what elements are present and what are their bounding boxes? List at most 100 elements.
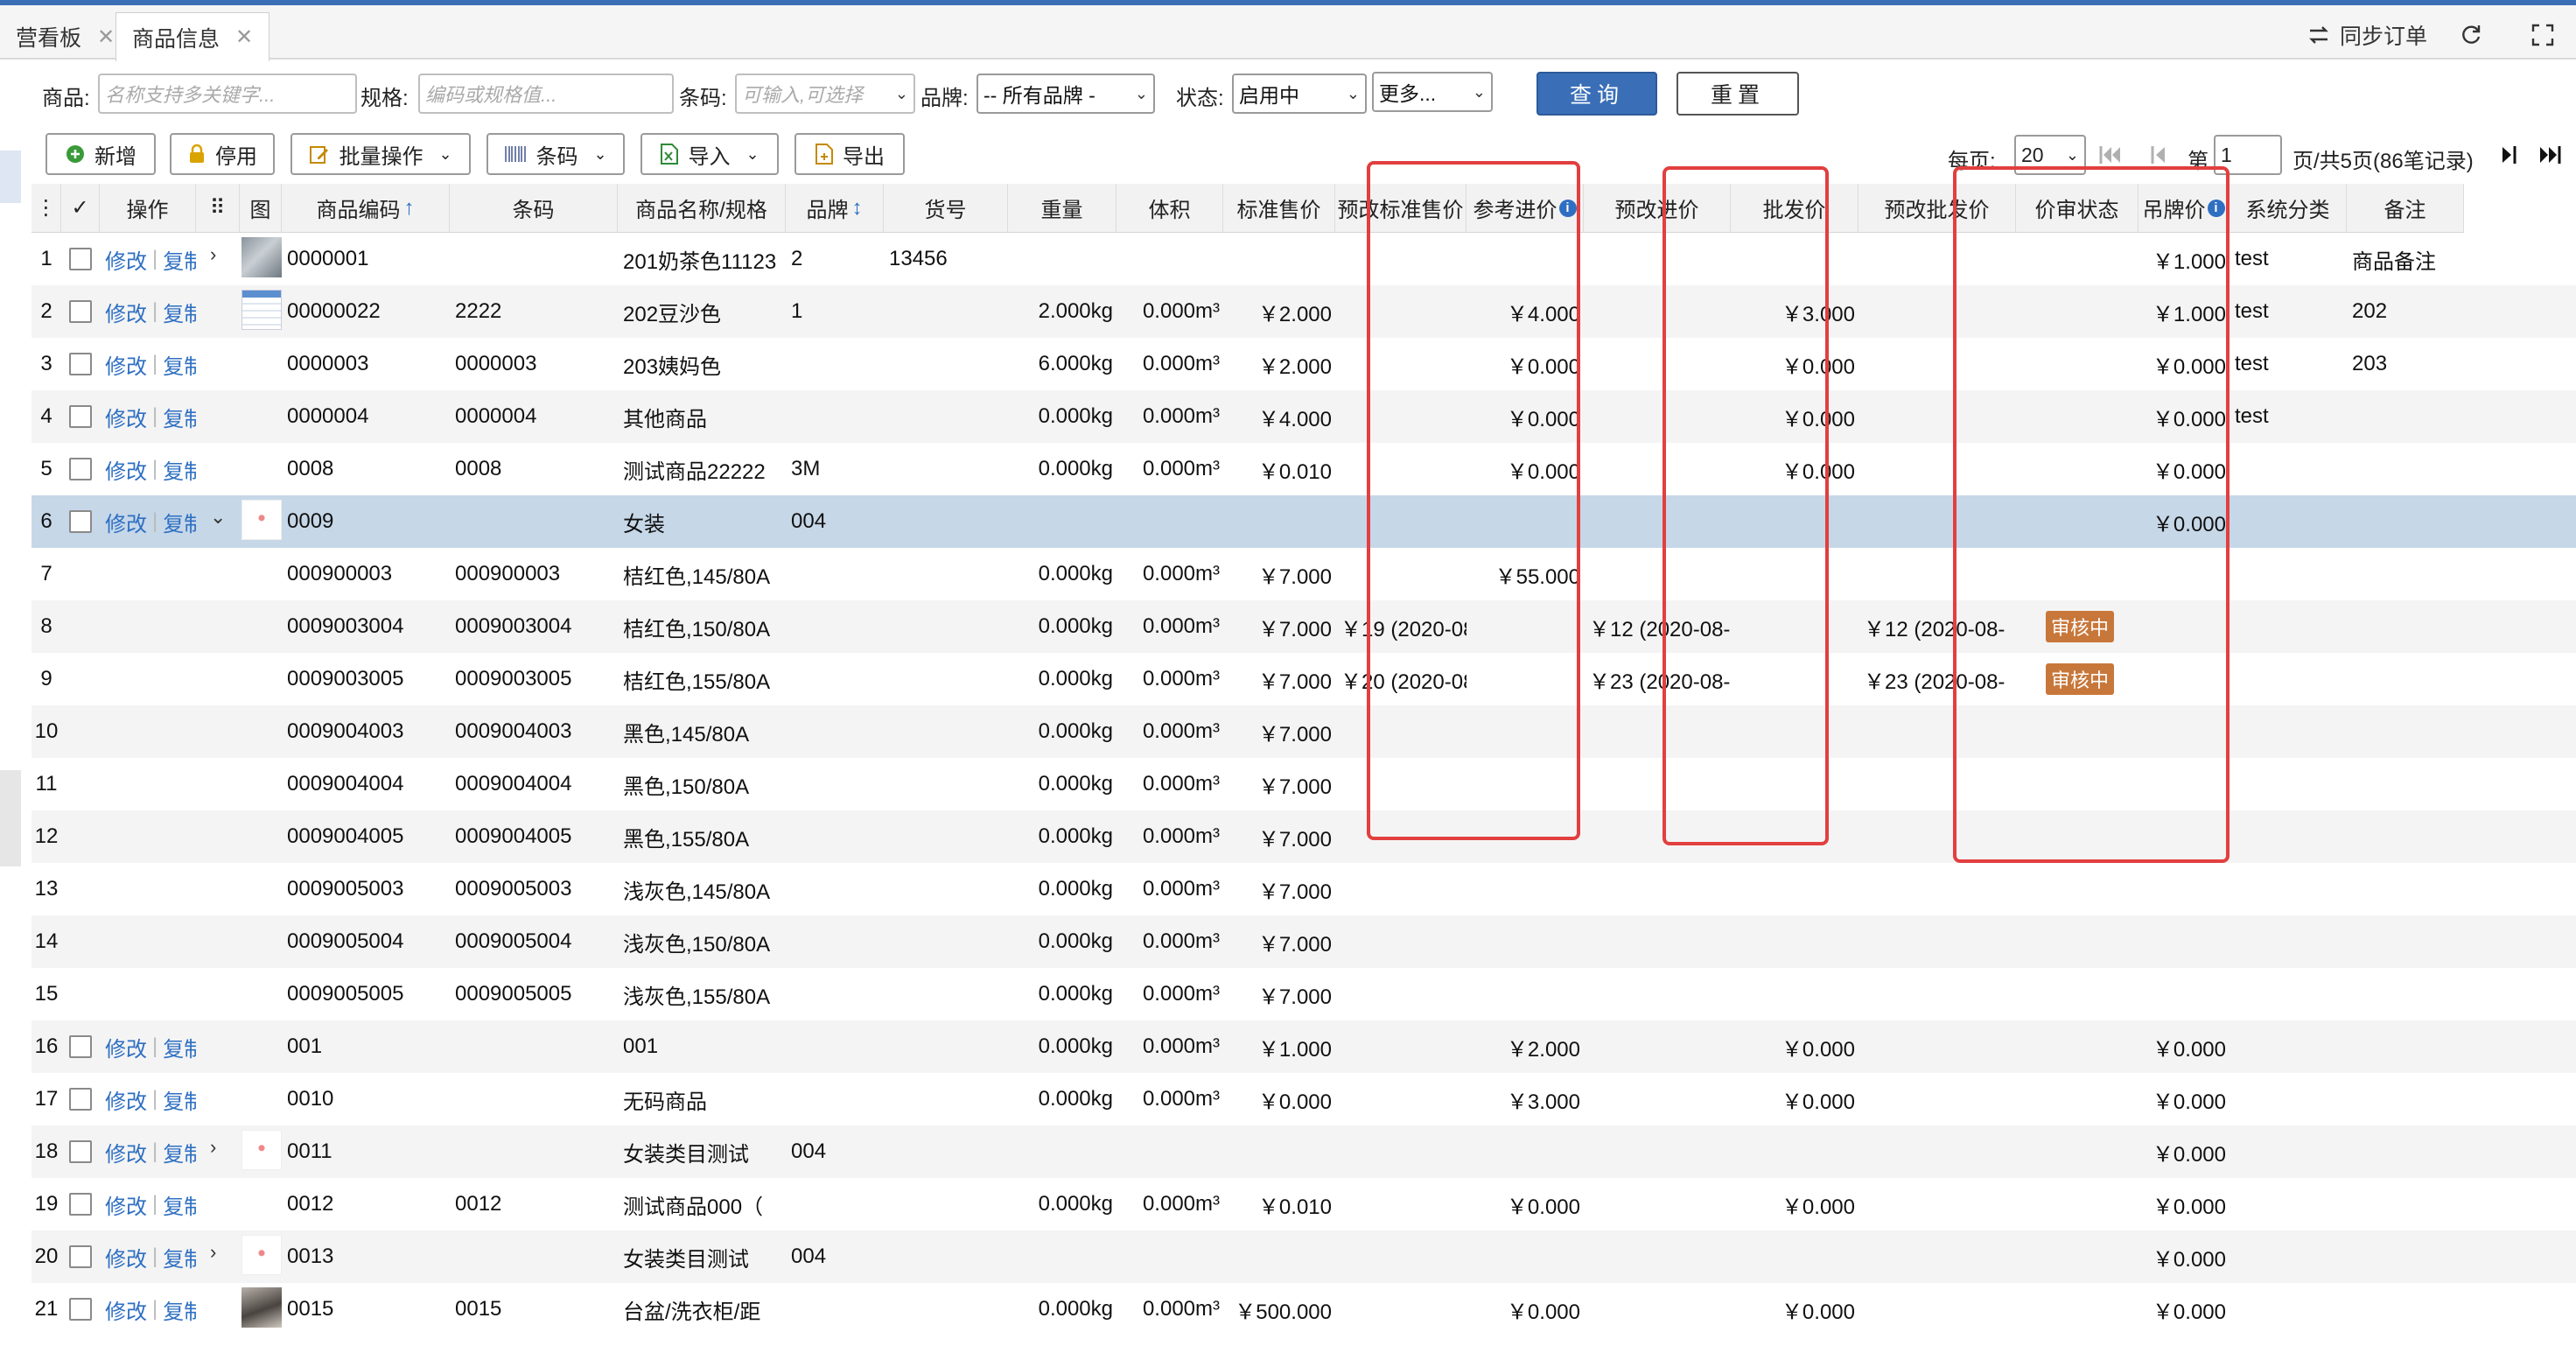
barcode-combo-input[interactable]: 可输入,可选择 ⌄ — [735, 74, 915, 114]
copy-link[interactable]: 复制 — [163, 507, 196, 537]
tab-dashboard[interactable]: 营看板 ✕ — [0, 12, 130, 61]
info-icon[interactable]: i — [1558, 199, 1577, 217]
row-checkbox[interactable] — [69, 458, 92, 480]
header-price-audit-status[interactable]: 价审状态 — [2016, 184, 2138, 233]
first-page-icon[interactable] — [2096, 142, 2123, 168]
table-row[interactable]: 14 0009005004 0009005004 浅灰色,150/80A 0.000kg… — [32, 915, 2576, 968]
edit-link[interactable]: 修改 — [105, 454, 147, 485]
per-page-select[interactable]: 20 ⌄ — [2014, 135, 2086, 175]
next-page-icon[interactable] — [2496, 142, 2522, 168]
copy-link[interactable]: 复制 — [163, 402, 196, 432]
copy-link[interactable]: 复制 — [163, 297, 196, 327]
header-tag-price[interactable]: 吊牌价 i — [2138, 184, 2230, 233]
header-system-category[interactable]: 系统分类 — [2230, 184, 2347, 233]
table-row[interactable]: 4 修改 | 复制 0000004 0000004 其他商品 0.000kg 0.000m³ ￥4… — [32, 390, 2576, 443]
row-checkbox[interactable] — [69, 1140, 92, 1163]
table-row[interactable]: 12 0009004005 0009004005 黑色,155/80A 0.000kg 0… — [32, 810, 2576, 863]
edit-link[interactable]: 修改 — [105, 1084, 147, 1115]
row-checkbox[interactable] — [69, 1298, 92, 1321]
edit-link[interactable]: 修改 — [105, 1032, 147, 1062]
fullscreen-button[interactable] — [2530, 18, 2555, 53]
batch-operations-button[interactable]: 批量操作 ⌄ — [290, 133, 471, 175]
header-product-name-spec[interactable]: 商品名称/规格 — [618, 184, 786, 233]
table-row[interactable]: 8 0009003004 0009003004 桔红色,150/80A 0.000kg 0… — [32, 600, 2576, 653]
table-row[interactable]: 20 修改 | 复制 › 0013 女装类目测试 004 ￥0.000 — [32, 1230, 2576, 1283]
header-pre-standard-price[interactable]: 预改标准售价 — [1335, 184, 1466, 233]
sort-up-icon[interactable]: ↑ — [404, 196, 415, 221]
header-col-menu[interactable]: ⋮ — [32, 184, 61, 233]
previous-page-icon[interactable] — [2146, 142, 2172, 168]
info-icon[interactable]: i — [2207, 199, 2225, 217]
edit-link[interactable]: 修改 — [105, 402, 147, 432]
header-drag-handle[interactable]: ⠿ — [196, 184, 240, 233]
table-row[interactable]: 9 0009003005 0009003005 桔红色,155/80A 0.000kg 0… — [32, 653, 2576, 705]
table-row[interactable]: 16 修改 | 复制 001 001 0.000kg 0.000m³ ￥1.000 ￥2.000 ￥… — [32, 1020, 2576, 1073]
copy-link[interactable]: 复制 — [163, 1032, 196, 1062]
close-icon[interactable]: ✕ — [235, 25, 253, 50]
table-row[interactable]: 5 修改 | 复制 0008 0008 测试商品22222 3M 0.000kg 0.000m³ ￥… — [32, 443, 2576, 495]
header-reference-purchase-price[interactable]: 参考进价 i — [1466, 184, 1584, 233]
row-checkbox[interactable] — [69, 248, 92, 270]
header-item-no[interactable]: 货号 — [884, 184, 1008, 233]
header-image[interactable]: 图 — [240, 184, 282, 233]
last-page-icon[interactable] — [2538, 142, 2564, 168]
edit-link[interactable]: 修改 — [105, 507, 147, 537]
chevron-down-icon[interactable]: ⌄ — [210, 506, 226, 529]
tab-product-info[interactable]: 商品信息 ✕ — [116, 12, 270, 61]
copy-link[interactable]: 复制 — [163, 1189, 196, 1220]
header-weight[interactable]: 重量 — [1008, 184, 1116, 233]
row-checkbox[interactable] — [69, 1193, 92, 1216]
sync-orders-button[interactable]: 同步订单 — [2306, 18, 2427, 53]
reset-button[interactable]: 重置 — [1676, 72, 1799, 116]
edit-link[interactable]: 修改 — [105, 1189, 147, 1220]
header-volume[interactable]: 体积 — [1116, 184, 1223, 233]
spec-search-input[interactable]: 编码或规格值... — [418, 74, 674, 114]
edit-link[interactable]: 修改 — [105, 1242, 147, 1272]
sort-icon[interactable]: ↕ — [852, 196, 863, 221]
row-checkbox[interactable] — [69, 300, 92, 323]
row-checkbox[interactable] — [69, 1088, 92, 1111]
row-checkbox[interactable] — [69, 510, 92, 533]
export-button[interactable]: 导出 — [794, 133, 905, 175]
copy-link[interactable]: 复制 — [163, 349, 196, 380]
table-row[interactable]: 13 0009005003 0009005003 浅灰色,145/80A 0.000kg… — [32, 863, 2576, 915]
copy-link[interactable]: 复制 — [163, 454, 196, 485]
table-row[interactable]: 21 修改 | 复制 0015 0015 台盆/洗衣柜/距 0.000kg 0.000m³ ￥50… — [32, 1283, 2576, 1335]
copy-link[interactable]: 复制 — [163, 1137, 196, 1167]
edit-link[interactable]: 修改 — [105, 349, 147, 380]
more-filters-button[interactable]: 更多... ⌄ — [1372, 72, 1493, 112]
table-row[interactable]: 7 000900003 000900003 桔红色,145/80A 0.000kg 0.0… — [32, 548, 2576, 600]
product-search-input[interactable]: 名称支持多关键字... — [98, 74, 357, 114]
table-row[interactable]: 1 修改 | 复制 › 0000001 201奶茶色11123 2 13456 ￥1.000 tes… — [32, 233, 2576, 285]
close-icon[interactable]: ✕ — [97, 25, 115, 50]
header-remark[interactable]: 备注 — [2347, 184, 2464, 233]
table-row[interactable]: 15 0009005005 0009005005 浅灰色,155/80A 0.000kg… — [32, 968, 2576, 1020]
chevron-right-icon[interactable]: › — [210, 243, 216, 266]
disable-button[interactable]: 停用 — [170, 133, 275, 175]
table-row[interactable]: 11 0009004004 0009004004 黑色,150/80A 0.000kg 0… — [32, 758, 2576, 810]
header-barcode[interactable]: 条码 — [450, 184, 618, 233]
refresh-button[interactable] — [2459, 18, 2483, 53]
copy-link[interactable]: 复制 — [163, 1294, 196, 1325]
chevron-right-icon[interactable]: › — [210, 1241, 216, 1264]
query-button[interactable]: 查询 — [1536, 72, 1657, 116]
header-select-all[interactable]: ✓ — [61, 184, 100, 233]
edit-link[interactable]: 修改 — [105, 1294, 147, 1325]
table-row[interactable]: 3 修改 | 复制 0000003 0000003 203姨妈色 6.000kg 0.000m³… — [32, 338, 2576, 390]
barcode-button[interactable]: 条码 ⌄ — [486, 133, 625, 175]
header-product-code[interactable]: 商品编码 ↑ — [282, 184, 450, 233]
import-button[interactable]: 导入 ⌄ — [640, 133, 779, 175]
row-checkbox[interactable] — [69, 1245, 92, 1268]
header-pre-purchase-price[interactable]: 预改进价 — [1584, 184, 1731, 233]
status-select[interactable]: 启用中 ⌄ — [1232, 74, 1367, 114]
header-operations[interactable]: 操作 — [100, 184, 196, 233]
brand-select[interactable]: -- 所有品牌 - ⌄ — [976, 74, 1155, 114]
header-brand[interactable]: 品牌 ↕ — [786, 184, 884, 233]
header-pre-wholesale-price[interactable]: 预改批发价 — [1858, 184, 2016, 233]
copy-link[interactable]: 复制 — [163, 1084, 196, 1115]
row-checkbox[interactable] — [69, 353, 92, 375]
edit-link[interactable]: 修改 — [105, 1137, 147, 1167]
chevron-right-icon[interactable]: › — [210, 1136, 216, 1159]
add-button[interactable]: 新增 — [46, 133, 156, 175]
copy-link[interactable]: 复制 — [163, 244, 196, 275]
